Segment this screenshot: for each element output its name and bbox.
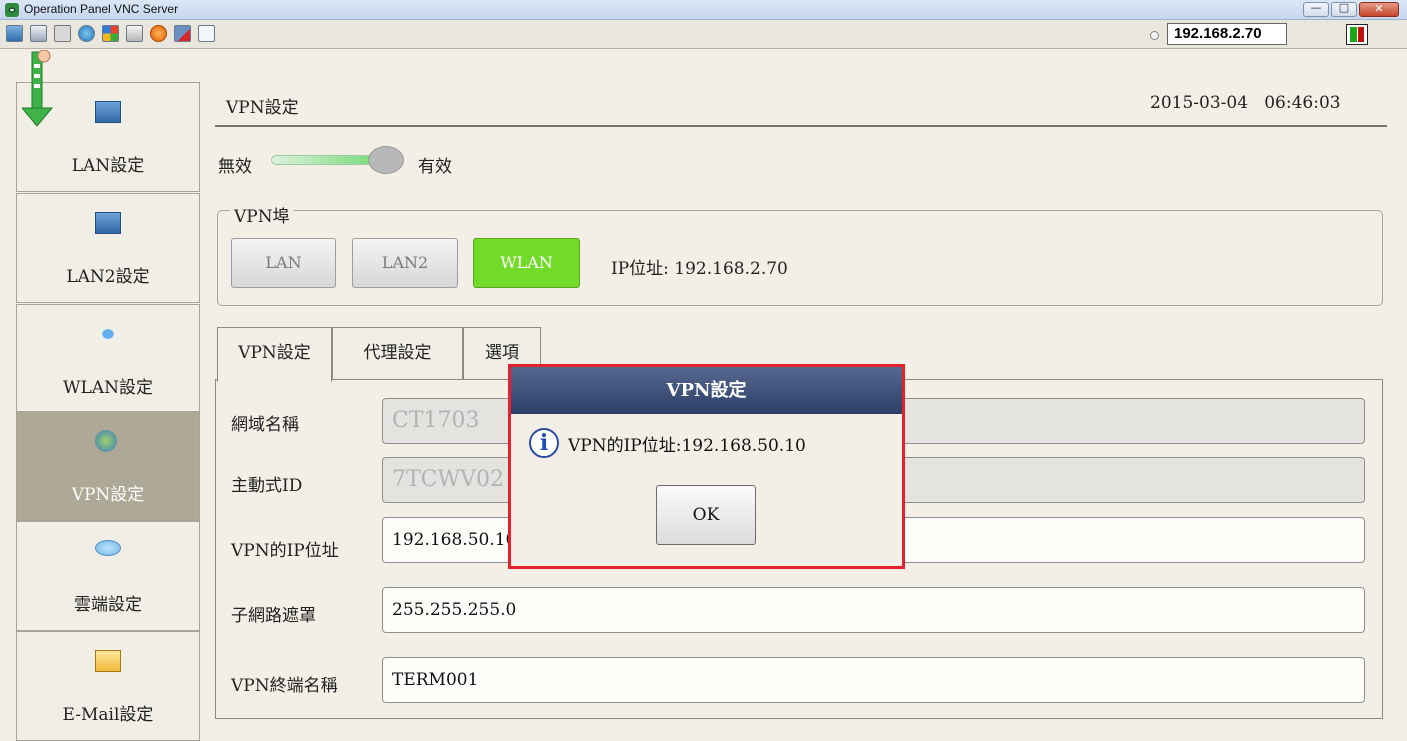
refresh-icon[interactable] — [78, 25, 95, 42]
fullscreen-icon[interactable] — [198, 25, 215, 42]
ok-button[interactable]: OK — [656, 485, 756, 545]
port-ip-readout: IP位址: 192.168.2.70 — [611, 254, 788, 279]
vnc-eye-icon — [5, 3, 19, 17]
subnet-mask-label: 子網路遮罩 — [231, 606, 316, 626]
vpn-terminal-name-label: VPN終端名稱 — [231, 676, 338, 696]
wifi-antenna-icon — [95, 323, 121, 345]
toolbar-icons — [6, 25, 215, 42]
vpn-enable-toggle[interactable] — [271, 146, 407, 174]
port-lan2-button[interactable]: LAN2 — [352, 238, 458, 288]
alert-icon[interactable] — [150, 25, 167, 42]
domain-name-label: 網域名稱 — [231, 415, 299, 435]
port-ip-value: 192.168.2.70 — [674, 259, 788, 279]
vpn-terminal-name-field[interactable]: TERM001 — [382, 657, 1365, 703]
dialog-message: VPN的IP位址:192.168.50.10 — [568, 436, 806, 456]
close-button[interactable]: ✕ — [1359, 2, 1399, 17]
windows-icon[interactable] — [102, 25, 119, 42]
lan-icon — [95, 101, 121, 123]
server-ip-field[interactable]: 192.168.2.70 — [1167, 23, 1287, 45]
window-titlebar: Operation Panel VNC Server — □ ✕ — [0, 0, 1407, 20]
sidebar-item-label: E-Mail設定 — [62, 705, 154, 725]
sidebar-item-lan2[interactable]: LAN2設定 — [16, 193, 200, 303]
header-divider — [215, 125, 1387, 127]
port-ip-label: IP位址: — [611, 259, 669, 279]
pull-down-arrow-icon[interactable] — [22, 50, 58, 150]
minimize-button[interactable]: — — [1303, 1, 1329, 17]
sidebar-item-label: VPN設定 — [71, 485, 145, 505]
toggle-off-label: 無效 — [218, 157, 252, 177]
port-wlan-button[interactable]: WLAN — [473, 238, 580, 288]
vpn-port-legend: VPN埠 — [230, 202, 294, 227]
close-icon: ✕ — [1374, 2, 1384, 15]
maximize-button[interactable]: □ — [1331, 1, 1357, 17]
monitor-icon[interactable] — [6, 25, 23, 42]
sidebar-item-vpn[interactable]: VPN設定 — [16, 411, 200, 521]
mail-icon — [95, 650, 121, 672]
sidebar-item-label: LAN2設定 — [66, 267, 150, 287]
tab-proxy-settings[interactable]: 代理設定 — [332, 327, 463, 379]
dialog-title: VPN設定 — [511, 367, 902, 414]
connection-radio[interactable] — [1150, 31, 1159, 40]
status-green — [1350, 27, 1357, 42]
toggle-on-label: 有效 — [418, 157, 452, 177]
status-indicator-icon[interactable] — [1346, 24, 1368, 45]
active-id-label: 主動式ID — [231, 476, 303, 496]
sidebar-item-email[interactable]: E-Mail設定 — [16, 631, 200, 741]
info-icon: i — [529, 428, 559, 458]
page-title: VPN設定 — [226, 98, 299, 118]
sidebar-item-label: LAN設定 — [71, 156, 145, 176]
lan2-warning-icon — [95, 212, 121, 234]
time-text: 06:46:03 — [1264, 93, 1341, 113]
minimize-icon: — — [1310, 1, 1322, 14]
sidebar-item-label: 雲端設定 — [74, 595, 142, 615]
tree-icon[interactable] — [30, 25, 47, 42]
sidebar-item-wlan[interactable]: WLAN設定 — [16, 304, 200, 414]
date-text: 2015-03-04 — [1150, 93, 1249, 113]
window-controls: — □ ✕ — [1303, 1, 1399, 17]
cloud-icon — [95, 540, 121, 556]
datetime: 2015-03-04 06:46:03 — [1150, 93, 1341, 113]
keyboard-icon[interactable] — [126, 25, 143, 42]
port-lan-button[interactable]: LAN — [231, 238, 336, 288]
subnet-mask-field[interactable]: 255.255.255.0 — [382, 587, 1365, 633]
tab-vpn-settings[interactable]: VPN設定 — [217, 327, 332, 382]
toggle-knob[interactable] — [368, 146, 404, 174]
window-title: Operation Panel VNC Server — [24, 2, 179, 16]
vpn-info-dialog: VPN設定 i VPN的IP位址:192.168.50.10 OK — [508, 364, 905, 569]
network-icon[interactable] — [174, 25, 191, 42]
vpn-ip-label: VPN的IP位址 — [231, 541, 339, 561]
toolbar: 192.168.2.70 — [0, 20, 1407, 49]
status-red — [1357, 27, 1364, 42]
vpn-globe-icon — [95, 430, 117, 452]
sidebar-item-label: WLAN設定 — [63, 378, 153, 398]
tools-icon[interactable] — [54, 25, 71, 42]
maximize-icon: □ — [1338, 1, 1350, 14]
sidebar-item-cloud[interactable]: 雲端設定 — [16, 521, 200, 631]
